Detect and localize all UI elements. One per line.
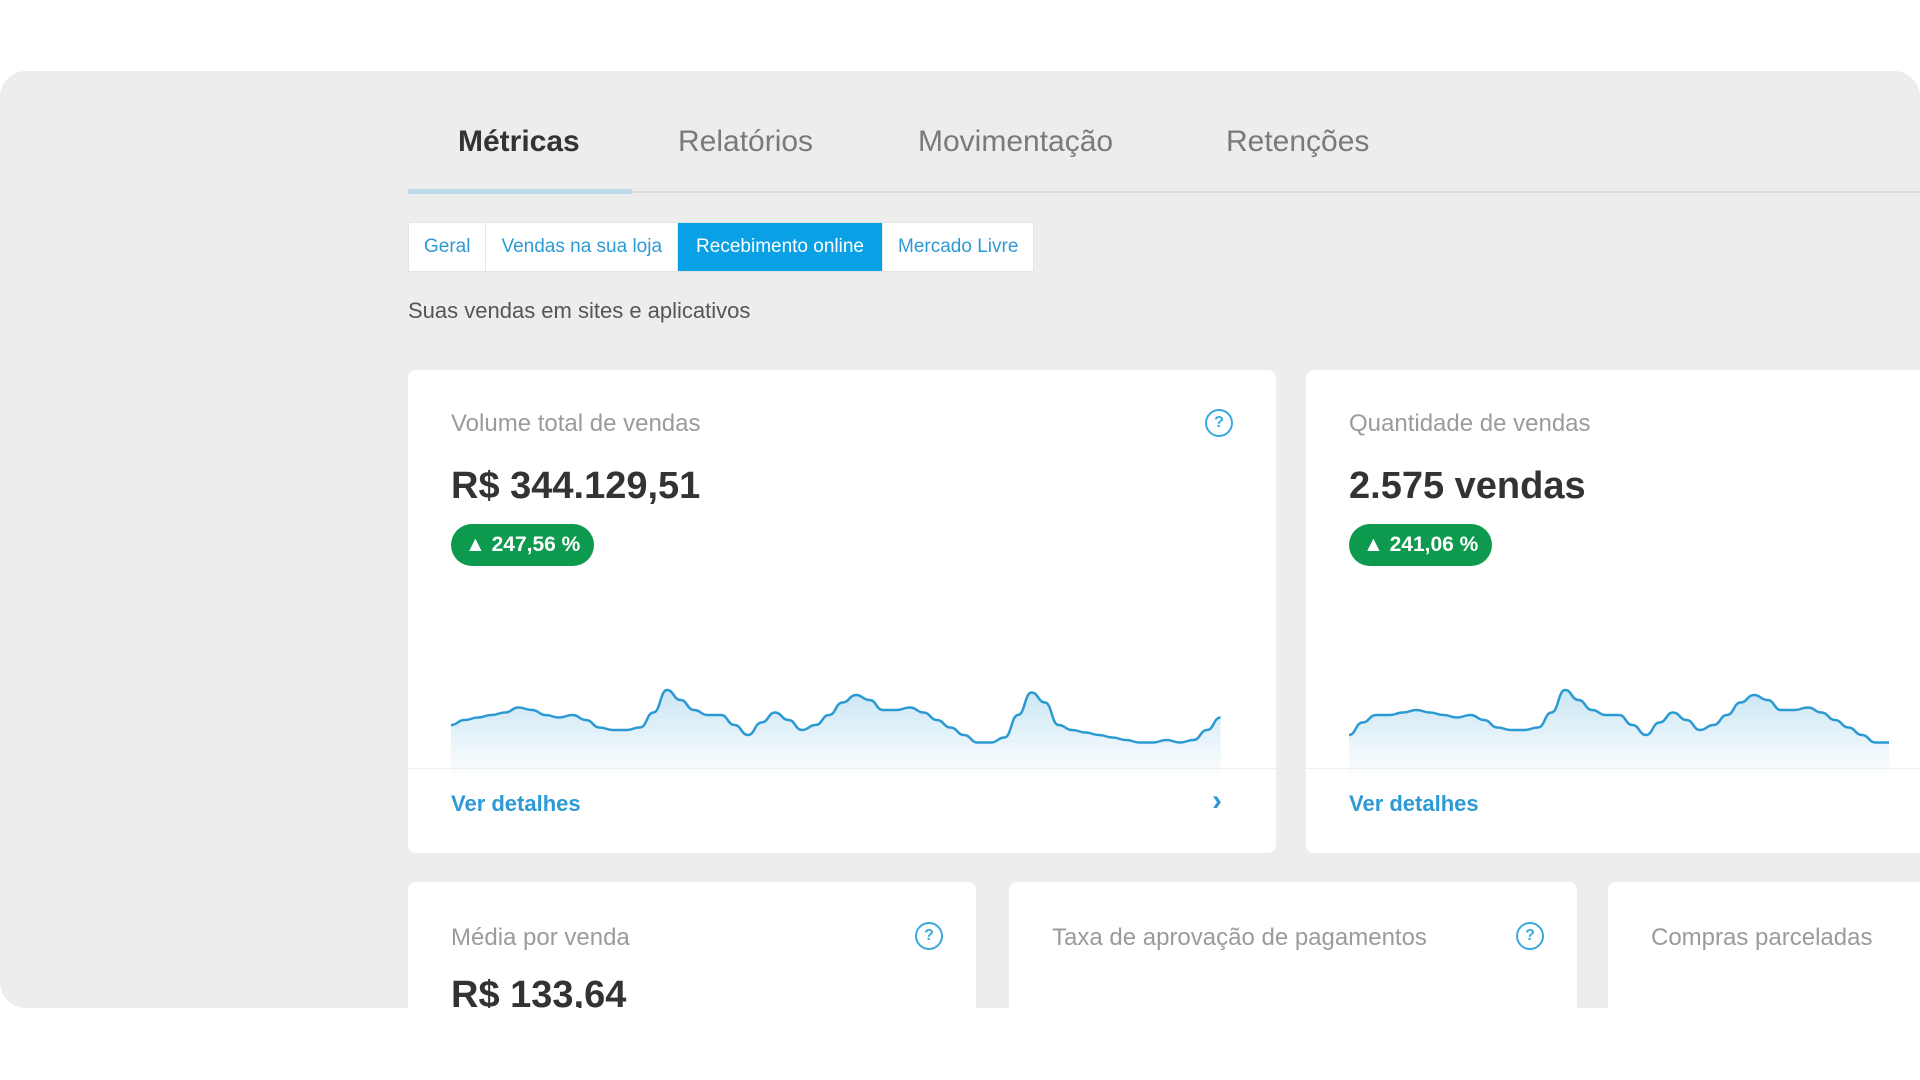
metrics-panel: Métricas Relatórios Movimentação Retençõ… bbox=[0, 71, 1920, 1008]
card-volume-total: Volume total de vendas ? R$ 344.129,51 ▲… bbox=[408, 370, 1276, 853]
growth-badge: ▲ 247,56 % bbox=[451, 524, 595, 566]
card-divider bbox=[408, 768, 1276, 769]
question-circle-icon[interactable]: ? bbox=[1516, 922, 1544, 950]
tab-relatorios[interactable]: Relatórios bbox=[678, 125, 813, 159]
sales-trend-chart bbox=[1349, 688, 1889, 780]
question-circle-icon[interactable]: ? bbox=[915, 922, 943, 950]
growth-badge: ▲ 241,06 % bbox=[1349, 524, 1493, 566]
tab-movimentacao[interactable]: Movimentação bbox=[918, 125, 1113, 159]
ver-detalhes-link[interactable]: Ver detalhes bbox=[1349, 791, 1479, 817]
card-title: Quantidade de vendas bbox=[1349, 410, 1591, 437]
card-divider bbox=[1306, 768, 1920, 769]
main-tabs: Métricas Relatórios Movimentação Retençõ… bbox=[408, 101, 1920, 207]
card-value: R$ 344.129,51 bbox=[451, 465, 701, 507]
segment-mercado-livre[interactable]: Mercado Livre bbox=[883, 223, 1033, 271]
tabs-baseline bbox=[408, 191, 1920, 193]
section-subtitle: Suas vendas em sites e aplicativos bbox=[408, 298, 751, 323]
sales-trend-chart bbox=[451, 688, 1221, 780]
question-circle-icon[interactable]: ? bbox=[1205, 409, 1233, 437]
segment-geral[interactable]: Geral bbox=[409, 223, 487, 271]
tab-metricas[interactable]: Métricas bbox=[458, 125, 580, 159]
chart-area-fill bbox=[1349, 690, 1889, 780]
segment-recebimento-online[interactable]: Recebimento online bbox=[678, 223, 883, 271]
card-title: Compras parceladas bbox=[1651, 924, 1873, 951]
segment-vendas-loja[interactable]: Vendas na sua loja bbox=[486, 223, 679, 271]
card-title: Taxa de aprovação de pagamentos bbox=[1052, 924, 1427, 951]
ver-detalhes-link[interactable]: Ver detalhes bbox=[451, 791, 581, 817]
card-title: Volume total de vendas bbox=[451, 410, 701, 437]
tab-retencoes[interactable]: Retenções bbox=[1226, 125, 1369, 159]
channel-filter: Geral Vendas na sua loja Recebimento onl… bbox=[408, 222, 1035, 272]
card-compras-parceladas: Compras parceladas bbox=[1608, 882, 1920, 1008]
card-value: R$ 133,64 bbox=[451, 974, 627, 1008]
active-tab-indicator bbox=[408, 189, 632, 194]
card-title: Média por venda bbox=[451, 924, 630, 951]
chevron-right-icon[interactable]: › bbox=[1212, 784, 1222, 818]
card-quantidade-vendas: Quantidade de vendas 2.575 vendas ▲ 241,… bbox=[1306, 370, 1920, 853]
card-value: 2.575 vendas bbox=[1349, 465, 1586, 507]
card-taxa-aprovacao: Taxa de aprovação de pagamentos ? bbox=[1009, 882, 1577, 1008]
card-media-venda: Média por venda ? R$ 133,64 bbox=[408, 882, 976, 1008]
